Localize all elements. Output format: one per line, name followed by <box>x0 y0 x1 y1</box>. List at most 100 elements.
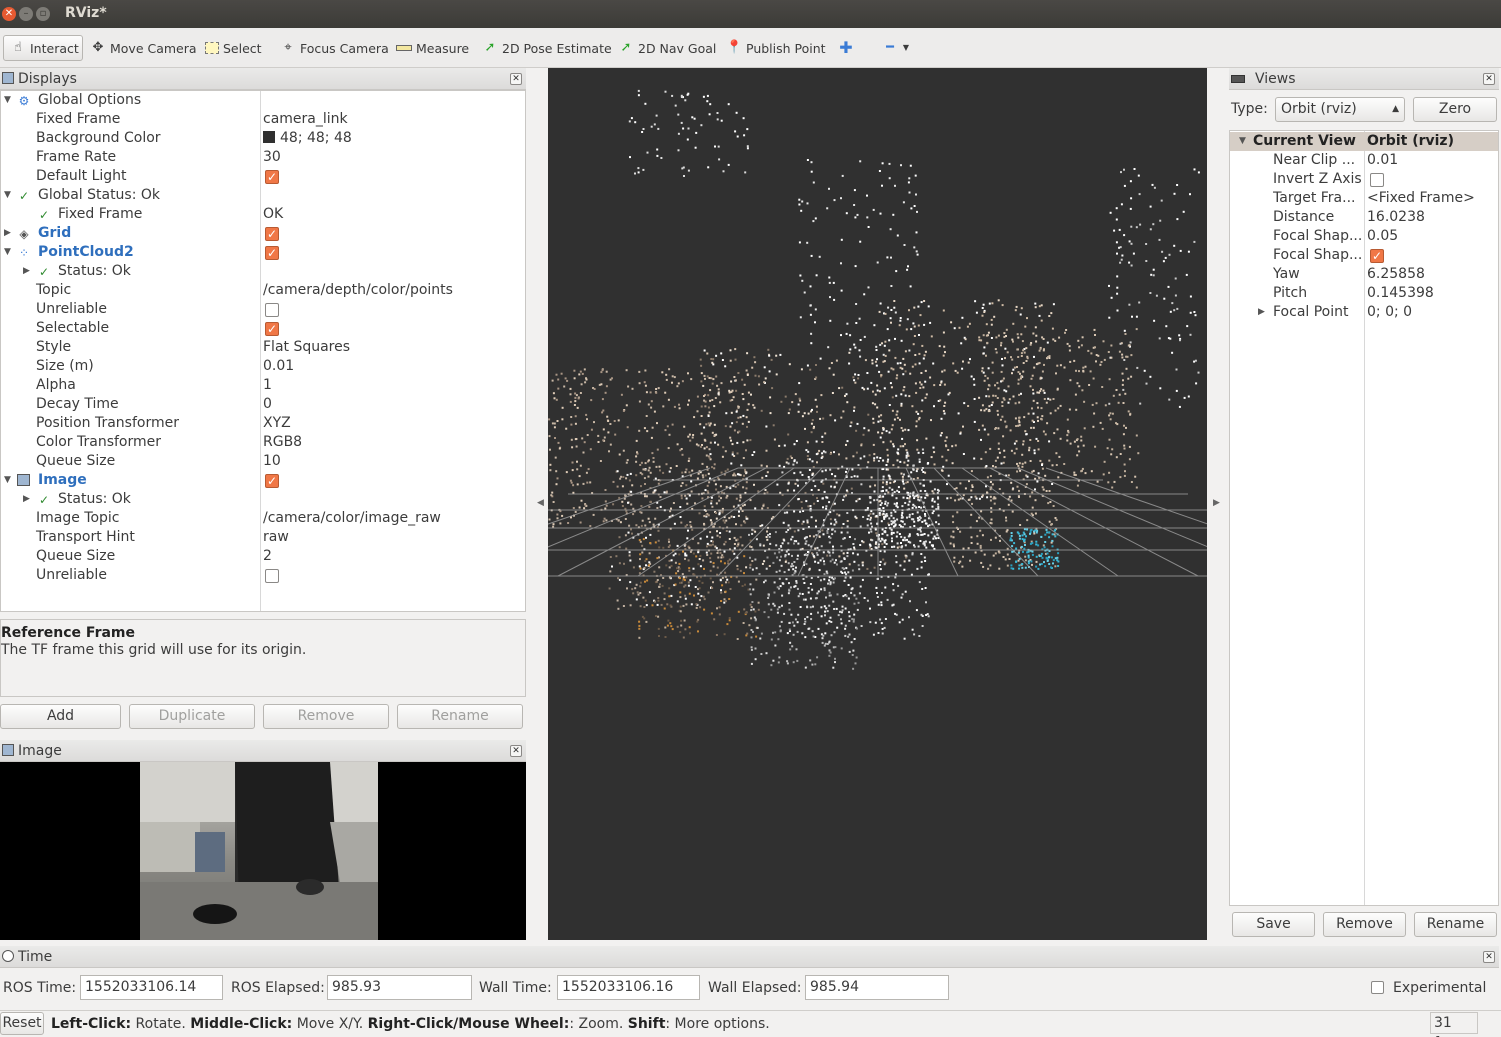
views-row-focal-point[interactable]: ▶ Focal Point 0; 0; 0 <box>1230 303 1498 322</box>
row-value[interactable]: XYZ <box>263 414 291 433</box>
views-row-invert-z[interactable]: Invert Z Axis <box>1230 170 1498 189</box>
tree-row-grid[interactable]: ▶ ◈ Grid <box>1 224 525 244</box>
close-panel-icon[interactable]: ✕ <box>1483 951 1495 963</box>
tree-row-img-queue-size[interactable]: Queue Size 2 <box>1 547 525 566</box>
remove-view-button[interactable]: Remove <box>1323 912 1406 937</box>
collapse-right-arrow-icon[interactable]: ▶ <box>1213 498 1220 508</box>
row-value[interactable]: raw <box>263 528 289 547</box>
tree-row-queue-size[interactable]: Queue Size 10 <box>1 452 525 471</box>
remove-tool-button[interactable]: ━ ▼ <box>882 35 914 61</box>
3d-render-view[interactable] <box>548 68 1207 940</box>
pose-estimate-tool-button[interactable]: ➚ 2D Pose Estimate <box>482 35 612 61</box>
row-value[interactable]: 48; 48; 48 <box>263 129 352 148</box>
tree-row-fixed-frame[interactable]: Fixed Frame camera_link <box>1 110 525 129</box>
row-value[interactable]: 30 <box>263 148 281 167</box>
tree-row-default-light[interactable]: Default Light <box>1 167 525 187</box>
tree-row-pc-status[interactable]: ▶ ✓ Status: Ok <box>1 262 525 281</box>
collapse-arrow-icon[interactable]: ▶ <box>1258 303 1265 322</box>
close-panel-icon[interactable]: ✕ <box>1483 73 1495 85</box>
row-value[interactable]: 6.25858 <box>1367 265 1425 284</box>
tree-row-global-options[interactable]: ▼ ⚙ Global Options <box>1 91 525 110</box>
tree-row-pointcloud2[interactable]: ▼ ⁘ PointCloud2 <box>1 243 525 263</box>
rename-display-button[interactable]: Rename <box>397 704 523 729</box>
invert-z-checkbox[interactable] <box>1370 173 1384 187</box>
tree-row-img-status[interactable]: ▶ ✓ Status: Ok <box>1 490 525 509</box>
row-value[interactable]: Flat Squares <box>263 338 350 357</box>
tree-row-size[interactable]: Size (m) 0.01 <box>1 357 525 376</box>
tree-row-img-unreliable[interactable]: Unreliable <box>1 566 525 585</box>
interact-tool-button[interactable]: ☝ Interact <box>3 35 83 61</box>
nav-goal-tool-button[interactable]: ➚ 2D Nav Goal <box>618 35 717 61</box>
collapse-arrow-icon[interactable]: ▶ <box>4 224 14 243</box>
tree-row-background-color[interactable]: Background Color 48; 48; 48 <box>1 129 525 148</box>
collapse-arrow-icon[interactable]: ▶ <box>23 490 33 509</box>
ros-elapsed-field[interactable]: 985.93 <box>327 975 472 1000</box>
tree-row-selectable[interactable]: Selectable <box>1 319 525 339</box>
row-value[interactable]: camera_link <box>263 110 348 129</box>
displays-tree[interactable]: ▼ ⚙ Global Options Fixed Frame camera_li… <box>0 90 526 612</box>
row-value[interactable]: <Fixed Frame> <box>1367 189 1475 208</box>
expand-arrow-icon[interactable]: ▼ <box>4 186 14 205</box>
row-value[interactable]: 2 <box>263 547 272 566</box>
row-value[interactable]: /camera/color/image_raw <box>263 509 441 528</box>
close-panel-icon[interactable]: ✕ <box>510 745 522 757</box>
tree-row-position-transformer[interactable]: Position Transformer XYZ <box>1 414 525 433</box>
tree-row-frame-rate[interactable]: Frame Rate 30 <box>1 148 525 167</box>
views-row-focal-shape-fixed[interactable]: Focal Shap... <box>1230 246 1498 266</box>
row-value[interactable]: 0.01 <box>1367 151 1398 170</box>
focus-camera-tool-button[interactable]: ⌖ Focus Camera <box>280 35 388 61</box>
tree-row-style[interactable]: Style Flat Squares <box>1 338 525 357</box>
tree-row-unreliable[interactable]: Unreliable <box>1 300 525 319</box>
img-unreliable-checkbox[interactable] <box>265 569 279 583</box>
image-enabled-checkbox[interactable] <box>265 472 279 491</box>
add-tool-button[interactable]: ✚ <box>838 35 858 61</box>
tree-row-global-status[interactable]: ▼ ✓ Global Status: Ok <box>1 186 525 205</box>
publish-point-tool-button[interactable]: 📍 Publish Point <box>726 35 826 61</box>
views-tree[interactable]: ▼ Current View Orbit (rviz) Near Clip ..… <box>1229 130 1499 906</box>
maximize-window-icon[interactable]: ▫ <box>36 7 50 21</box>
expand-arrow-icon[interactable]: ▼ <box>4 471 14 490</box>
row-value[interactable]: 0; 0; 0 <box>1367 303 1412 322</box>
close-panel-icon[interactable]: ✕ <box>510 73 522 85</box>
collapse-arrow-icon[interactable]: ▶ <box>23 262 33 281</box>
zero-view-button[interactable]: Zero <box>1413 97 1497 122</box>
views-row-current-view[interactable]: ▼ Current View Orbit (rviz) <box>1230 132 1498 151</box>
pointcloud2-enabled-checkbox[interactable] <box>265 244 279 263</box>
close-window-icon[interactable]: ✕ <box>2 7 16 21</box>
tree-row-color-transformer[interactable]: Color Transformer RGB8 <box>1 433 525 452</box>
wall-elapsed-field[interactable]: 985.94 <box>805 975 949 1000</box>
tree-row-transport-hint[interactable]: Transport Hint raw <box>1 528 525 547</box>
row-value[interactable]: 10 <box>263 452 281 471</box>
expand-arrow-icon[interactable]: ▼ <box>4 91 14 110</box>
experimental-checkbox[interactable] <box>1371 981 1384 994</box>
tree-row-topic[interactable]: Topic /camera/depth/color/points <box>1 281 525 300</box>
grid-enabled-checkbox[interactable] <box>265 225 279 244</box>
views-row-yaw[interactable]: Yaw 6.25858 <box>1230 265 1498 284</box>
row-value[interactable]: 0.145398 <box>1367 284 1434 303</box>
selectable-checkbox[interactable] <box>265 320 279 339</box>
measure-tool-button[interactable]: Measure <box>396 35 469 61</box>
add-display-button[interactable]: Add <box>0 704 121 729</box>
views-row-near-clip[interactable]: Near Clip ... 0.01 <box>1230 151 1498 170</box>
tree-row-alpha[interactable]: Alpha 1 <box>1 376 525 395</box>
row-value[interactable]: 0.01 <box>263 357 294 376</box>
row-value[interactable]: /camera/depth/color/points <box>263 281 453 300</box>
views-row-target-frame[interactable]: Target Fra... <Fixed Frame> <box>1230 189 1498 208</box>
wall-time-field[interactable]: 1552033106.16 <box>557 975 700 1000</box>
expand-arrow-icon[interactable]: ▼ <box>1239 132 1246 151</box>
camera-image-view[interactable] <box>0 762 526 940</box>
row-value[interactable]: 0.05 <box>1367 227 1398 246</box>
focal-shape-fixed-checkbox[interactable] <box>1370 247 1384 266</box>
save-view-button[interactable]: Save <box>1232 912 1315 937</box>
views-row-pitch[interactable]: Pitch 0.145398 <box>1230 284 1498 303</box>
row-value[interactable]: 1 <box>263 376 272 395</box>
remove-display-button[interactable]: Remove <box>263 704 389 729</box>
views-row-focal-shape-size[interactable]: Focal Shap... 0.05 <box>1230 227 1498 246</box>
expand-arrow-icon[interactable]: ▼ <box>4 243 14 262</box>
unreliable-checkbox[interactable] <box>265 303 279 317</box>
minimize-window-icon[interactable]: – <box>19 7 33 21</box>
reset-button[interactable]: Reset <box>0 1012 44 1035</box>
tree-row-image[interactable]: ▼ Image <box>1 471 525 491</box>
row-value[interactable]: 0 <box>263 395 272 414</box>
tree-row-decay-time[interactable]: Decay Time 0 <box>1 395 525 414</box>
